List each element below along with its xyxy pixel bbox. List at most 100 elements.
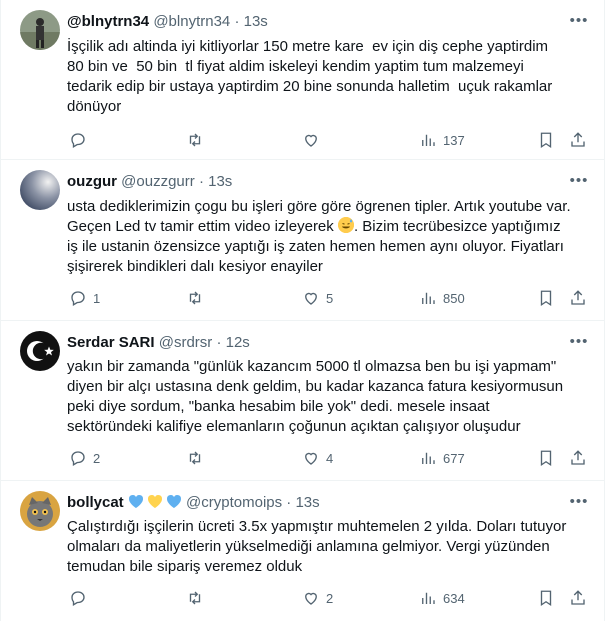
- retweet-button[interactable]: [186, 130, 210, 150]
- more-icon[interactable]: •••: [568, 172, 590, 192]
- retweet-icon: [189, 291, 201, 305]
- tweet-header: ouzgur @ouzzgurr · 13s: [67, 172, 564, 192]
- more-icon[interactable]: •••: [568, 12, 590, 32]
- separator-dot: ·: [216, 334, 222, 351]
- more-icon[interactable]: •••: [568, 493, 590, 513]
- tweet-actions: 2 634: [61, 588, 589, 608]
- tweet-header: @blnytrn34 @blnytrn34 · 13s: [67, 12, 564, 32]
- bookmark-button[interactable]: [537, 588, 555, 608]
- share-button[interactable]: [569, 448, 587, 468]
- tweet[interactable]: bollycat @cryptomoips · 13s ••• Çalıştır…: [1, 481, 604, 621]
- views-button[interactable]: 137: [419, 130, 465, 150]
- timestamp[interactable]: 13s: [244, 13, 268, 30]
- views-icon: [422, 592, 435, 604]
- views-button[interactable]: 850: [419, 288, 465, 308]
- like-icon: [305, 134, 317, 147]
- timestamp[interactable]: 13s: [295, 494, 319, 511]
- reply-button[interactable]: [69, 130, 93, 150]
- share-icon: [571, 590, 585, 605]
- bookmark-button[interactable]: [537, 288, 555, 308]
- views-button[interactable]: 634: [419, 588, 465, 608]
- reply-icon: [71, 451, 85, 466]
- views-icon: [422, 452, 435, 464]
- views-count: 850: [443, 290, 465, 306]
- tweet-text: usta dediklerimizin çogu bu işleri göre …: [67, 197, 590, 277]
- retweet-button[interactable]: [186, 448, 210, 468]
- user-handle[interactable]: @ouzzgurr: [121, 173, 195, 190]
- avatar[interactable]: [20, 170, 60, 210]
- like-count: 2: [326, 590, 334, 606]
- user-handle[interactable]: @blnytrn34: [153, 13, 230, 30]
- tweet[interactable]: @blnytrn34 @blnytrn34 · 13s ••• İşçilik …: [1, 0, 604, 160]
- like-icon: [305, 452, 317, 465]
- user-handle[interactable]: @cryptomoips: [186, 494, 282, 511]
- like-icon: [305, 592, 317, 605]
- more-icon[interactable]: •••: [568, 333, 590, 353]
- tweet-actions: 2 4 677: [61, 448, 589, 468]
- share-icon: [571, 132, 585, 147]
- like-button[interactable]: 5: [302, 288, 333, 308]
- tweet-actions: 137: [61, 130, 589, 150]
- retweet-icon: [189, 591, 201, 605]
- tweet[interactable]: Serdar SARI @srdrsr · 12s ••• yakın bir …: [1, 321, 604, 481]
- tweet-text: İşçilik adı altinda iyi kitliyorlar 150 …: [67, 38, 553, 115]
- heart-emojis: [128, 493, 182, 515]
- retweet-icon: [189, 451, 201, 465]
- tweet-header: Serdar SARI @srdrsr · 12s: [67, 333, 564, 353]
- reply-icon: [71, 133, 85, 148]
- sweat-smile-emoji: [337, 217, 354, 233]
- bookmark-icon: [540, 450, 552, 467]
- views-button[interactable]: 677: [419, 448, 465, 468]
- like-count: 4: [326, 450, 334, 466]
- display-name[interactable]: bollycat: [67, 494, 124, 511]
- avatar[interactable]: [20, 331, 60, 371]
- reply-count: 1: [93, 290, 101, 306]
- timestamp[interactable]: 12s: [226, 334, 250, 351]
- bookmark-button[interactable]: [537, 130, 555, 150]
- display-name[interactable]: @blnytrn34: [67, 13, 149, 30]
- tweet[interactable]: ouzgur @ouzzgurr · 13s ••• usta dedikler…: [1, 160, 604, 321]
- timestamp[interactable]: 13s: [208, 173, 232, 190]
- retweet-icon: [189, 133, 201, 147]
- reply-count: 2: [93, 450, 101, 466]
- reply-button[interactable]: 2: [69, 448, 100, 468]
- separator-dot: ·: [198, 173, 204, 190]
- retweet-button[interactable]: [186, 588, 210, 608]
- bookmark-icon: [540, 590, 552, 607]
- like-button[interactable]: [302, 130, 326, 150]
- avatar[interactable]: [20, 10, 60, 50]
- views-icon: [422, 134, 435, 146]
- separator-dot: ·: [286, 494, 292, 511]
- share-button[interactable]: [569, 588, 587, 608]
- user-handle[interactable]: @srdrsr: [159, 334, 213, 351]
- retweet-button[interactable]: [186, 288, 210, 308]
- tweet-header: bollycat @cryptomoips · 13s: [67, 493, 564, 513]
- tweet-actions: 1 5 850: [61, 288, 589, 308]
- views-icon: [422, 292, 435, 304]
- views-count: 634: [443, 590, 465, 606]
- views-count: 137: [443, 132, 465, 148]
- reply-icon: [71, 291, 85, 306]
- like-button[interactable]: 2: [302, 588, 333, 608]
- display-name[interactable]: Serdar SARI: [67, 334, 155, 351]
- views-count: 677: [443, 450, 465, 466]
- bookmark-icon: [540, 132, 552, 149]
- bookmark-button[interactable]: [537, 448, 555, 468]
- tweet-text: yakın bir zamanda "günlük kazancım 5000 …: [67, 358, 564, 435]
- like-button[interactable]: 4: [302, 448, 333, 468]
- bookmark-icon: [540, 290, 552, 307]
- reply-button[interactable]: 1: [69, 288, 100, 308]
- avatar[interactable]: [20, 491, 60, 531]
- display-name[interactable]: ouzgur: [67, 173, 117, 190]
- share-icon: [571, 290, 585, 305]
- timeline-feed: @blnytrn34 @blnytrn34 · 13s ••• İşçilik …: [0, 0, 605, 621]
- like-icon: [305, 292, 317, 305]
- reply-button[interactable]: [69, 588, 93, 608]
- share-button[interactable]: [569, 130, 587, 150]
- reply-icon: [71, 591, 85, 606]
- like-count: 5: [326, 290, 334, 306]
- share-button[interactable]: [569, 288, 587, 308]
- separator-dot: ·: [234, 13, 240, 30]
- tweet-text: Çalıştırdığı işçilerin ücreti 3.5x yapmı…: [67, 518, 567, 575]
- share-icon: [571, 450, 585, 465]
